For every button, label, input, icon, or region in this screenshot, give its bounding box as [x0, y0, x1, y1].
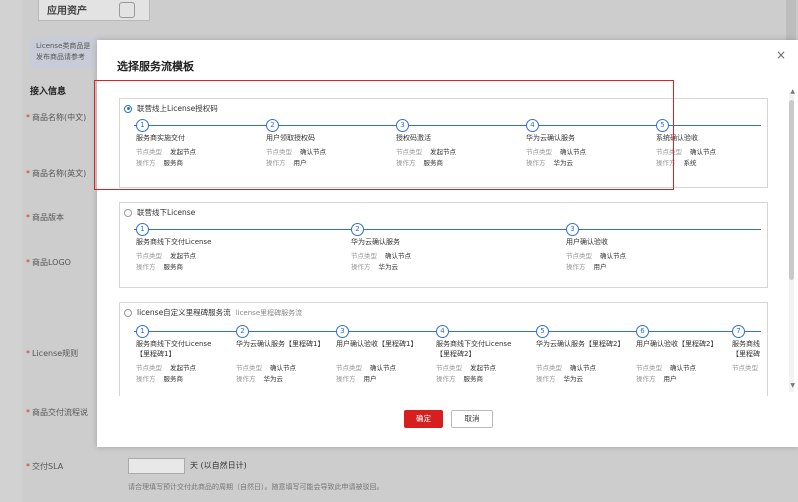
step-operator: 操作方 华为云: [351, 263, 398, 271]
step-type: 节点类型 发起节点: [136, 148, 196, 156]
step-type: 节点类型 确认节点: [236, 364, 296, 372]
step-operator: 操作方 用户: [636, 375, 677, 383]
step-type: 节点类型 确认节点: [266, 148, 326, 156]
step-name: 服务商线【里程碑: [732, 340, 760, 358]
asset-icon: [119, 2, 135, 18]
form-label: * License规则: [26, 349, 79, 358]
step-name: 用户领取授权码: [266, 134, 315, 142]
step-type: 节点类型 发起节点: [136, 252, 196, 260]
asset-tab: 应用资产: [38, 0, 150, 21]
dialog-scrollbar-thumb[interactable]: [789, 100, 794, 280]
form-label: * 商品名称(中文): [26, 113, 87, 122]
step-number: 1: [136, 119, 149, 132]
step-type: 节点类型 发起节点: [136, 364, 196, 372]
step-type: 节点类型 确认节点: [526, 148, 586, 156]
info-note: License类商品是 发布商品请参考: [30, 38, 100, 68]
form-label: * 商品名称(英文): [26, 169, 87, 178]
cancel-button[interactable]: 取消: [451, 410, 493, 428]
step-type: 节点类型 确认节点: [336, 364, 396, 372]
step-name: 华为云确认服务【里程碑1】: [236, 340, 325, 348]
step-operator: 操作方 用户: [266, 159, 307, 167]
template-subtitle: license里程碑服务流: [235, 308, 303, 317]
form-label: * 商品LOGO: [26, 258, 71, 267]
info-note-line: 发布商品请参考: [36, 53, 85, 61]
step-number: 4: [436, 325, 449, 338]
step-name: 用户确认验收: [566, 238, 608, 246]
step-operator: 操作方 服务商: [136, 159, 183, 167]
step-type: 节点类型 确认节点: [351, 252, 411, 260]
step-number: 5: [536, 325, 549, 338]
template-card-online-license[interactable]: 联营线上License授权码 1 服务商实施交付 节点类型 发起节点 操作方 服务商…: [119, 98, 768, 188]
step-name: 服务商线下交付License【里程碑1】: [136, 340, 212, 358]
template-radio[interactable]: [124, 104, 132, 113]
step-name: 服务商实施交付: [136, 134, 185, 142]
step-number: 4: [526, 119, 539, 132]
info-note-line: License类商品是: [36, 42, 91, 50]
step-number: 7: [732, 325, 745, 338]
step-type: 节点类型 确认节点: [636, 364, 696, 372]
step-number: 2: [351, 223, 364, 236]
step-type: 节点类型 发起节点: [436, 364, 496, 372]
template-list[interactable]: 联营线上License授权码 1 服务商实施交付 节点类型 发起节点 操作方 服务商…: [97, 86, 787, 396]
step-number: 3: [336, 325, 349, 338]
step-operator: 操作方 用户: [566, 263, 607, 271]
template-radio[interactable]: [124, 308, 132, 317]
step-type: 节点类型 确认节点: [566, 252, 626, 260]
step-name: 用户确认验收【里程碑2】: [636, 340, 718, 348]
step-number: 6: [636, 325, 649, 338]
step-name: 授权码激活: [396, 134, 431, 142]
service-flow-template-dialog: 选择服务流模板 × 联营线上License授权码 1 服务商实施交付 节点类型发…: [97, 40, 798, 447]
step-name: 服务商线下交付License: [136, 238, 212, 246]
step-name: 系统确认验收: [656, 134, 698, 142]
dialog-title: 选择服务流模板: [117, 60, 194, 73]
dialog-footer: 确定 取消: [97, 402, 798, 432]
step-operator: 操作方 系统: [656, 159, 697, 167]
sla-hint: 请合理填写预计交付此商品的周期（自然日）。随意填写可能会导致此申请被驳回。: [128, 483, 384, 491]
confirm-button[interactable]: 确定: [404, 410, 443, 428]
template-card-milestone-license[interactable]: license自定义里程碑服务流 license里程碑服务流 1 服务商线下交付…: [119, 302, 768, 396]
step-number: 1: [136, 325, 149, 338]
sla-days-input[interactable]: [128, 458, 185, 474]
step-name: 服务商线下交付License【里程碑2】: [436, 340, 512, 358]
sla-unit-label: 天 (以自然日计): [190, 461, 247, 470]
step-operator: 操作方 用户: [336, 375, 377, 383]
step-operator: 操作方 服务商: [396, 159, 443, 167]
template-title: 联营线上License授权码: [137, 104, 218, 113]
form-label: * 交付SLA: [26, 462, 64, 471]
step-operator: 操作方 华为云: [536, 375, 583, 383]
step-type: 节点类型 确认节点: [656, 148, 716, 156]
step-operator: 操作方 华为云: [526, 159, 573, 167]
template-radio[interactable]: [124, 208, 132, 217]
form-label: * 商品交付流程说: [26, 408, 88, 417]
step-number: 1: [136, 223, 149, 236]
step-number: 2: [236, 325, 249, 338]
step-name: 用户确认验收【里程碑1】: [336, 340, 418, 348]
step-number: 5: [656, 119, 669, 132]
step-name: 华为云确认服务: [351, 238, 400, 246]
step-type: 节点类型 发起节点: [396, 148, 456, 156]
template-title: license自定义里程碑服务流: [137, 308, 231, 317]
scroll-down-icon[interactable]: ▼: [790, 382, 795, 389]
step-operator: 操作方 服务商: [436, 375, 483, 383]
step-operator: 操作方 服务商: [136, 375, 183, 383]
step-name: 华为云确认服务【里程碑2】: [536, 340, 625, 348]
form-label: * 商品版本: [26, 213, 64, 222]
step-type: 节点类型: [732, 364, 758, 372]
page-scrollbar[interactable]: [786, 0, 796, 40]
asset-tab-label: 应用资产: [47, 6, 87, 17]
step-number: 3: [396, 119, 409, 132]
close-icon[interactable]: ×: [776, 48, 786, 62]
step-number: 2: [266, 119, 279, 132]
step-type: 节点类型 确认节点: [536, 364, 596, 372]
scroll-up-icon[interactable]: ▲: [790, 88, 795, 95]
template-card-offline-license[interactable]: 联营线下License 1 服务商线下交付License 节点类型 发起节点 操作…: [119, 202, 768, 288]
section-title: 接入信息: [30, 87, 67, 97]
template-title: 联营线下License: [137, 208, 196, 217]
flow-line: [134, 229, 761, 230]
step-operator: 操作方 服务商: [136, 263, 183, 271]
step-number: 3: [566, 223, 579, 236]
step-operator: 操作方 华为云: [236, 375, 283, 383]
step-name: 华为云确认服务: [526, 134, 575, 142]
